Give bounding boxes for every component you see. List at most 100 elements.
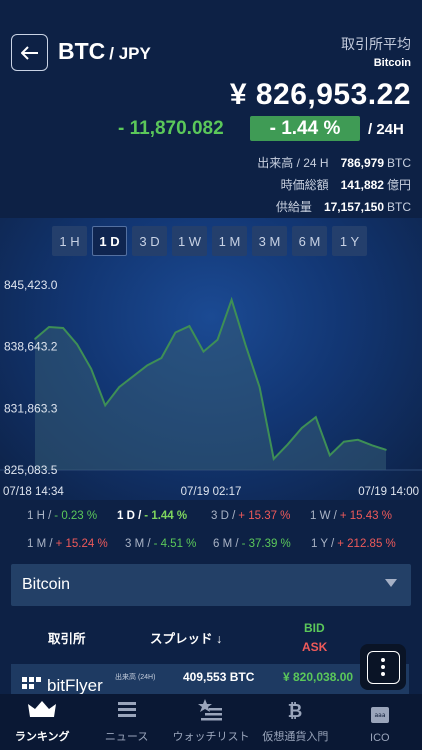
performance-period: 1 W / [310,510,337,522]
chart-point [146,364,149,367]
range-tab-1m[interactable]: 1 M [212,226,247,256]
chart-point [343,440,345,443]
column-ask[interactable]: ASK [302,640,327,654]
chart-point [132,375,135,377]
exchange-average-label: 取引所平均 [341,36,411,52]
column-spread-sort[interactable]: スプレッド ↓ [150,628,222,647]
y-tick-label: 845,423.0 [4,278,58,292]
exchange-name: bitFlyer [47,676,103,695]
chart-area [35,299,386,470]
nav-item-0[interactable]: ランキング [0,694,84,750]
performance-item: 1 W / + 15.43 % [310,510,392,522]
price-change-percent-badge: - 1.44 % [250,116,360,141]
stat-value: 141,882 [340,178,384,192]
range-tab-1h[interactable]: 1 H [52,226,87,256]
nav-label: ニュース [104,731,149,743]
performance-item: 1 H / - 0.23 % [27,510,97,522]
price-chart: 845,423.0 838,643.2 831,863.3 825,083.5 07/1… [0,278,422,498]
watchlist-star-icon [198,699,223,721]
chart-point [188,325,191,327]
chart-point [90,368,92,370]
chart-point [174,331,177,334]
ico-icon: aaa [370,707,389,723]
row-volume-label: 出来高 (24H) [115,674,156,681]
performance-value: + 15.43 % [339,510,392,522]
stat-value: 786,979 [340,156,384,170]
chart-point [48,326,50,328]
performance-value: - 4.51 % [153,538,197,550]
chart-point [216,339,219,341]
table-row[interactable]: bitFlyer 出来高 (24H) 409,553 BTC ¥ 820,038… [11,664,409,695]
chart-point [385,449,387,451]
stat-volume: 出来高 / 24 H 786,979 BTC [257,154,411,171]
range-tab-1w[interactable]: 1 W [172,226,207,256]
chart-point [272,458,275,460]
performance-period: 1 Y / [311,538,335,550]
stat-unit: BTC [387,156,411,170]
chart-point [371,444,373,447]
nav-label: ランキング [14,731,70,743]
currency-pair: BTC / JPY [58,38,151,65]
price-change-absolute: - 11,870.082 [118,118,224,139]
caret-down-icon [385,579,397,587]
performance-period: 6 M / [213,538,239,550]
chart-point [357,439,359,441]
range-tab-3d[interactable]: 3 D [132,226,167,256]
nav-item-3[interactable]: ₿ 仮想通貨入門 [253,694,337,750]
performance-value: - 1.44 % [144,510,188,522]
news-icon [117,702,136,717]
pair-base: BTC [58,38,106,64]
range-tab-1y[interactable]: 1 Y [332,226,367,256]
coin-select[interactable]: Bitcoin [11,564,411,606]
y-tick-label: 831,863.3 [4,401,58,415]
chart-point [202,350,205,353]
nav-item-2[interactable]: ウォッチリスト [169,694,253,750]
chart-point [244,344,247,346]
range-tab-1d[interactable]: 1 D [92,226,127,256]
performance-value: + 212.85 % [337,538,396,550]
performance-period: 1 D / [117,510,142,522]
performance-item: 3 D / + 15.37 % [211,510,290,522]
svg-text:aaa: aaa [374,712,385,719]
change-period: / 24H [368,121,404,138]
chart-point [230,299,233,301]
chart-point [160,357,163,359]
performance-period: 3 D / [211,510,236,522]
performance-item: 1 M / + 15.24 % [27,538,108,550]
bottom-nav: ランキング ニュース ウォッチリスト ₿ 仮想通貨入門 aaa ICO [0,694,422,750]
chart-point [329,454,331,457]
performance-value: - 0.23 % [54,510,98,522]
nav-item-4[interactable]: aaa ICO [338,694,422,750]
x-tick-label: 07/19 02:17 [181,486,242,498]
bitcoin-icon: ₿ [288,701,303,722]
performance-period: 1 M / [27,538,53,550]
coin-select-value: Bitcoin [22,576,71,593]
chart-point [62,327,64,329]
more-options-button[interactable] [360,644,406,690]
back-button[interactable] [11,34,48,71]
column-exchange[interactable]: 取引所 [48,628,86,647]
arrow-left-icon [20,45,38,60]
performance-item: 6 M / - 37.39 % [213,538,291,550]
range-tab-3m[interactable]: 3 M [252,226,287,256]
x-tick-label: 07/19 14:00 [358,486,419,498]
y-tick-label: 838,643.2 [4,340,58,354]
range-tab-6m[interactable]: 6 M [292,226,327,256]
svg-text:₿: ₿ [288,701,303,722]
chart-point [315,416,317,418]
pair-quote: / JPY [109,44,151,63]
nav-item-1[interactable]: ニュース [84,694,168,750]
performance-period: 1 H / [27,510,52,522]
column-bid[interactable]: BID [304,621,325,635]
stat-market-cap: 時価総額 141,882 億円 [281,176,411,193]
vertical-dots-icon [366,650,400,684]
chart-point [286,443,289,446]
row-bid-price: ¥ 820,038.00 [283,670,354,684]
stat-label: 時価総額 [280,178,329,192]
current-price: ¥ 826,953.22 [229,78,411,111]
performance-item: 1 D / - 1.44 % [117,510,187,522]
performance-value: + 15.37 % [238,510,291,522]
stat-unit: 億円 [386,178,411,192]
stat-supply: 供給量 17,157,150 BTC [276,198,411,215]
stat-label: 供給量 [275,200,312,214]
